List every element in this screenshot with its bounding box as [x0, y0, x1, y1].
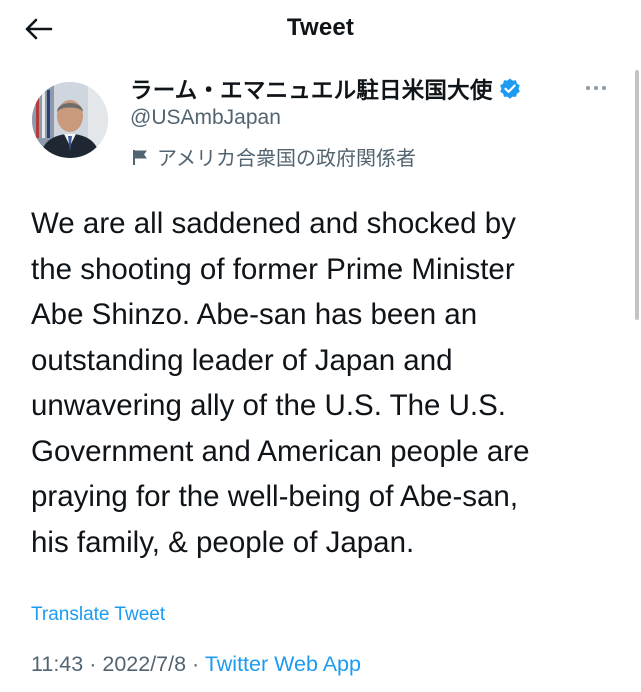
avatar-portrait: [32, 82, 108, 158]
government-label[interactable]: アメリカ合衆国の政府関係者: [131, 142, 416, 171]
author-name-row: ラーム・エマニュエル駐日米国大使: [130, 72, 522, 106]
meta-separator: ·: [89, 652, 97, 676]
government-label-text: アメリカ合衆国の政府関係者: [157, 146, 416, 170]
tweet-text: We are all saddened and shocked by the s…: [31, 207, 530, 559]
tweet-date[interactable]: 2022/7/8: [102, 652, 186, 676]
government-flag-icon: [131, 148, 149, 166]
scrollbar[interactable]: [635, 70, 639, 320]
translate-tweet-link[interactable]: Translate Tweet: [31, 604, 165, 626]
author-handle[interactable]: @USAmbJapan: [130, 106, 281, 130]
page-title: Tweet: [286, 14, 355, 41]
meta-separator: ·: [192, 652, 200, 676]
more-horizontal-icon: [586, 86, 606, 90]
tweet-source-link[interactable]: Twitter Web App: [205, 652, 361, 676]
author-display-name[interactable]: ラーム・エマニュエル駐日米国大使: [130, 73, 493, 105]
avatar[interactable]: [32, 82, 108, 158]
tweet-metadata: 11:43 · 2022/7/8 · Twitter Web App: [31, 652, 361, 677]
verified-badge-icon: [498, 77, 522, 101]
more-options-button[interactable]: [581, 78, 611, 98]
tweet-time[interactable]: 11:43: [31, 652, 83, 676]
top-bar: Tweet: [0, 0, 641, 58]
